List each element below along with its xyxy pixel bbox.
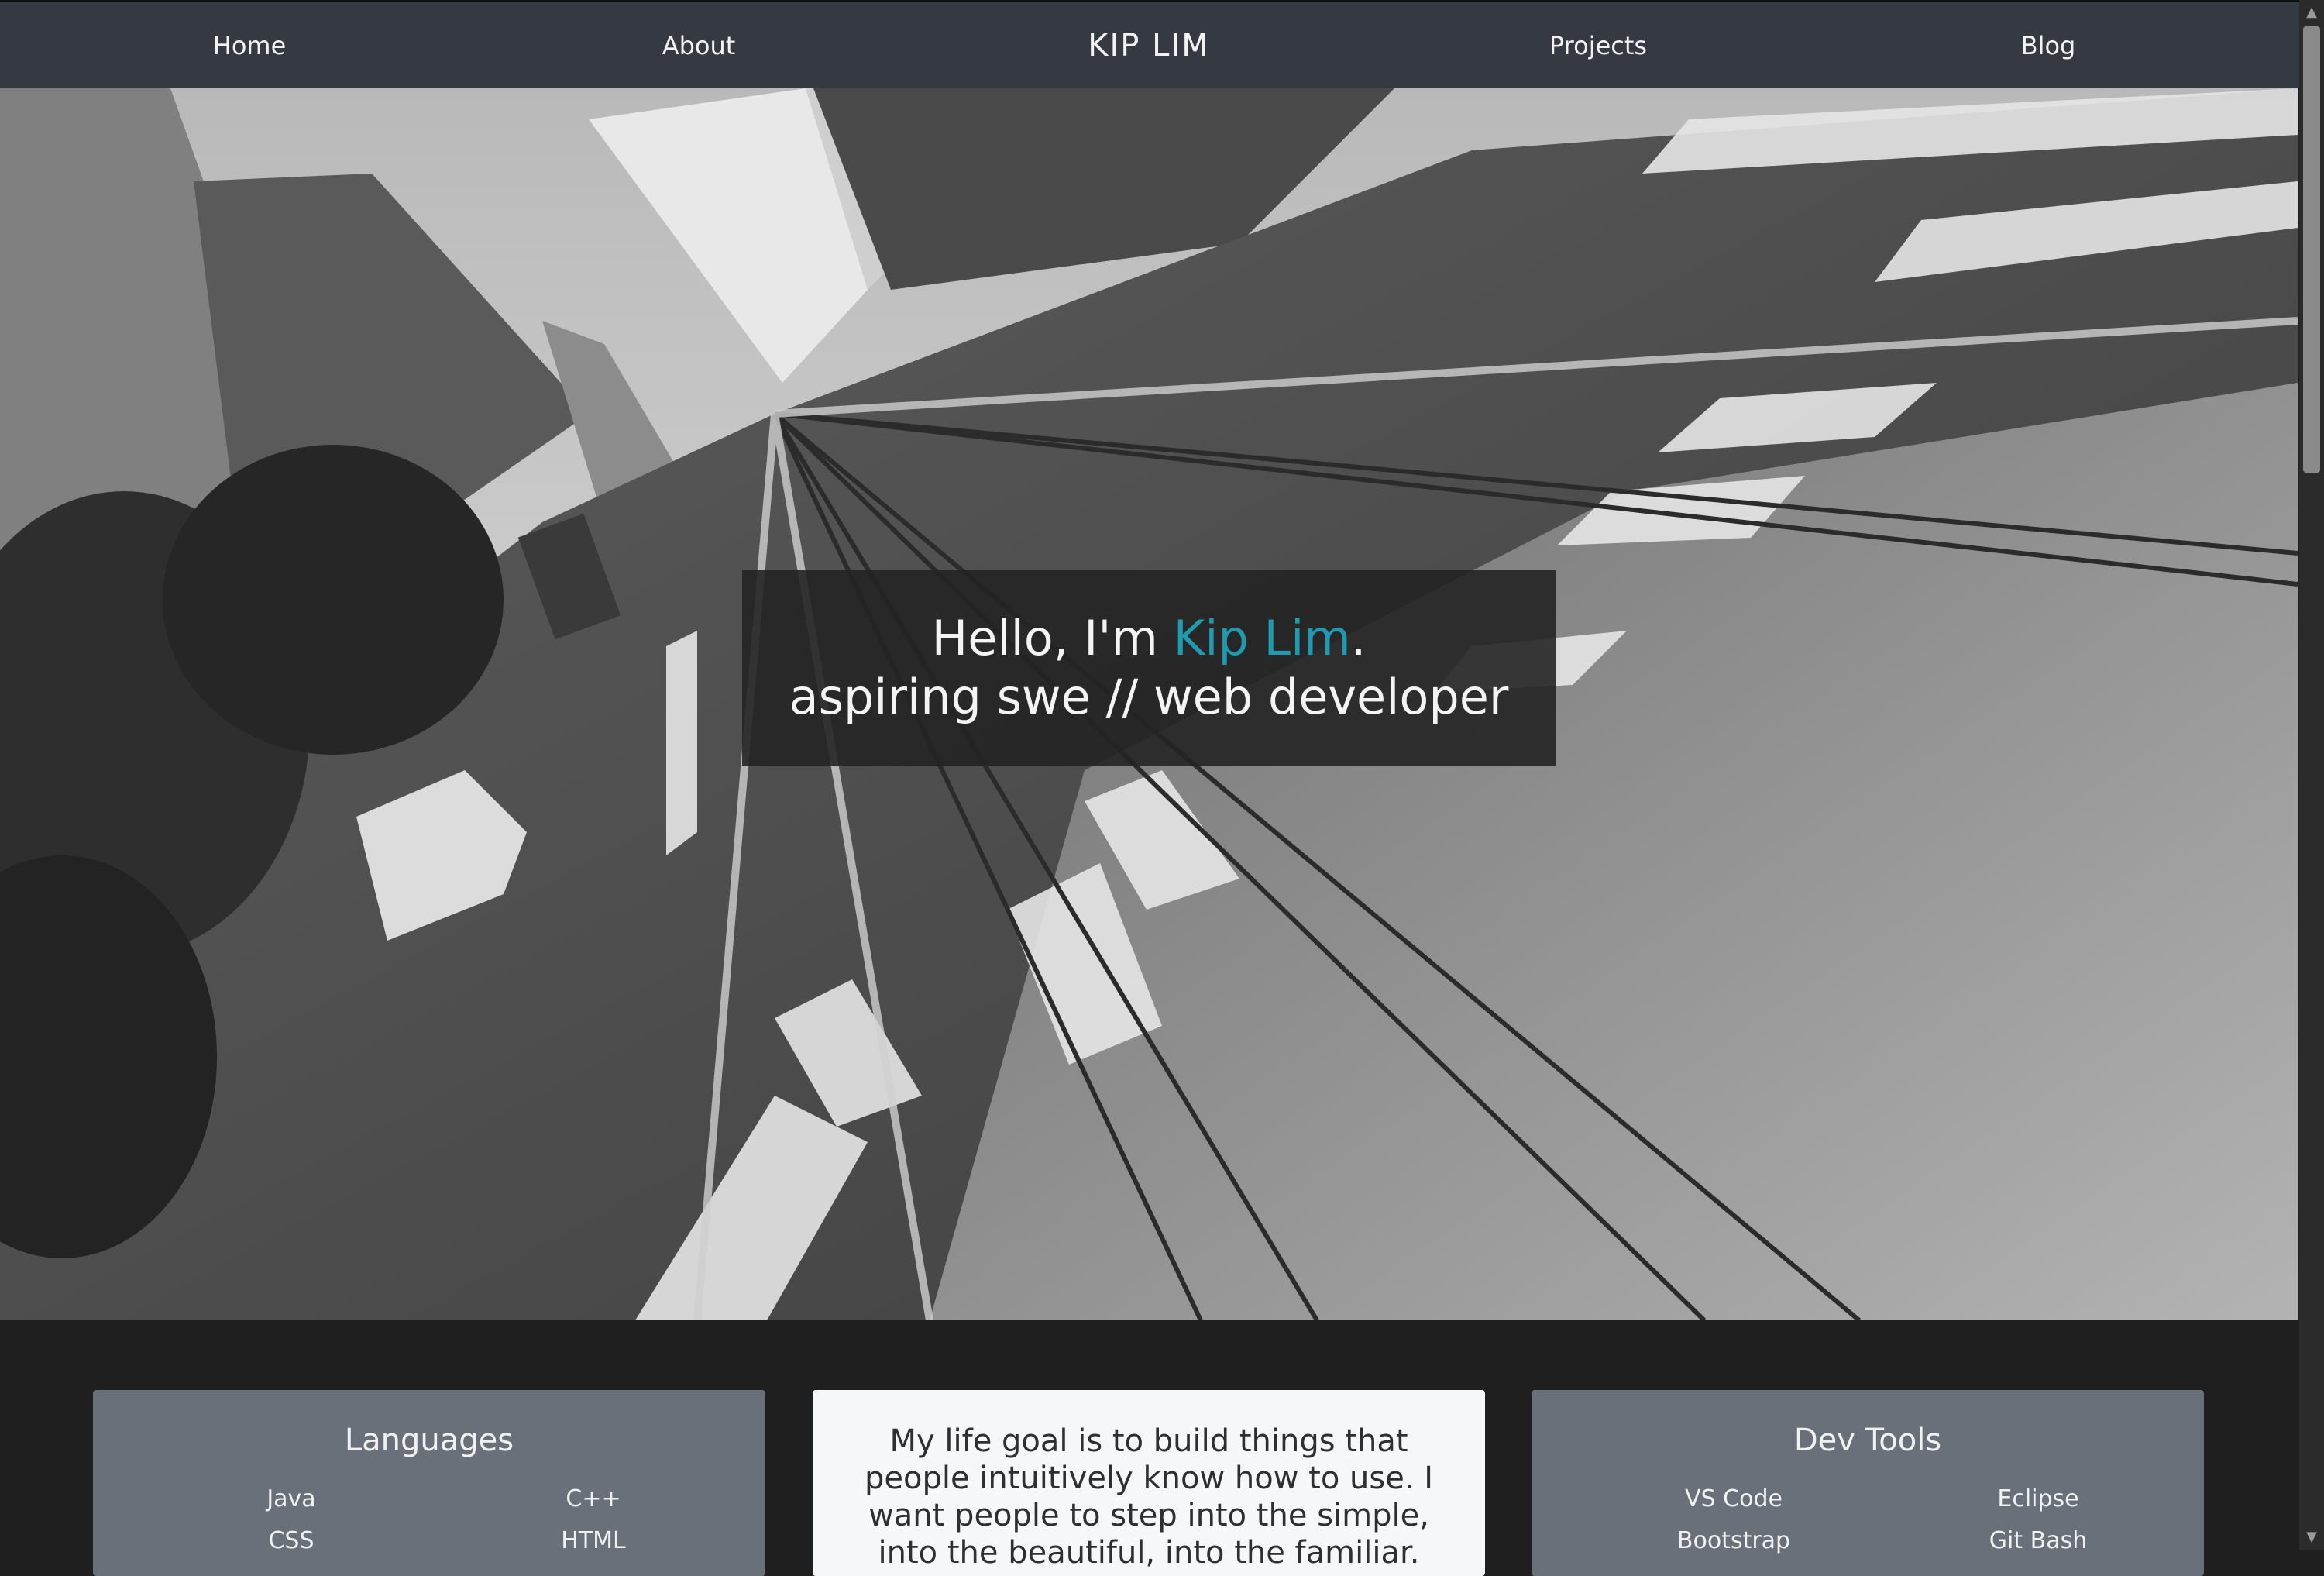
hero-name: Kip Lim (1173, 610, 1351, 666)
nav-home-link[interactable]: Home (213, 2, 287, 90)
hero-section: Hello, I'm Kip Lim. aspiring swe // web … (0, 88, 2298, 1320)
language-item: Java (266, 1485, 316, 1512)
language-item: C++ (566, 1485, 621, 1512)
languages-title: Languages (344, 1423, 514, 1458)
top-navigation: Home About KIP LIM Projects Blog (0, 0, 2299, 88)
language-item: CSS (268, 1527, 315, 1554)
scroll-down-arrow-icon[interactable]: ▼ (2299, 1525, 2324, 1550)
dev-tools-title: Dev Tools (1793, 1423, 1942, 1458)
hero-greeting-line: Hello, I'm Kip Lim. (931, 610, 1367, 666)
languages-card: Languages Java C++ CSS HTML (93, 1390, 765, 1576)
about-quote-card: My life goal is to build things that peo… (813, 1390, 1485, 1576)
nav-about-link[interactable]: About (662, 2, 736, 90)
scroll-up-arrow-icon[interactable]: ▲ (2299, 0, 2324, 25)
dev-tool-item: Git Bash (1989, 1527, 2088, 1554)
page-scrollbar[interactable]: ▲ ▼ (2299, 0, 2324, 1550)
site-brand[interactable]: KIP LIM (1088, 2, 1209, 90)
dev-tools-card: Dev Tools VS Code Eclipse Bootstrap Git … (1532, 1390, 2204, 1576)
dev-tool-item: Eclipse (1997, 1485, 2079, 1512)
scrollbar-thumb[interactable] (2303, 26, 2320, 473)
hero-tagline: aspiring swe // web developer (789, 669, 1509, 725)
language-item: HTML (561, 1527, 626, 1554)
about-quote-text: My life goal is to build things that peo… (864, 1423, 1434, 1571)
dev-tool-item: Bootstrap (1676, 1527, 1791, 1554)
hero-intro-card: Hello, I'm Kip Lim. aspiring swe // web … (742, 570, 1556, 766)
dev-tool-item: VS Code (1685, 1485, 1783, 1512)
nav-blog-link[interactable]: Blog (2021, 2, 2076, 90)
nav-projects-link[interactable]: Projects (1549, 2, 1647, 90)
